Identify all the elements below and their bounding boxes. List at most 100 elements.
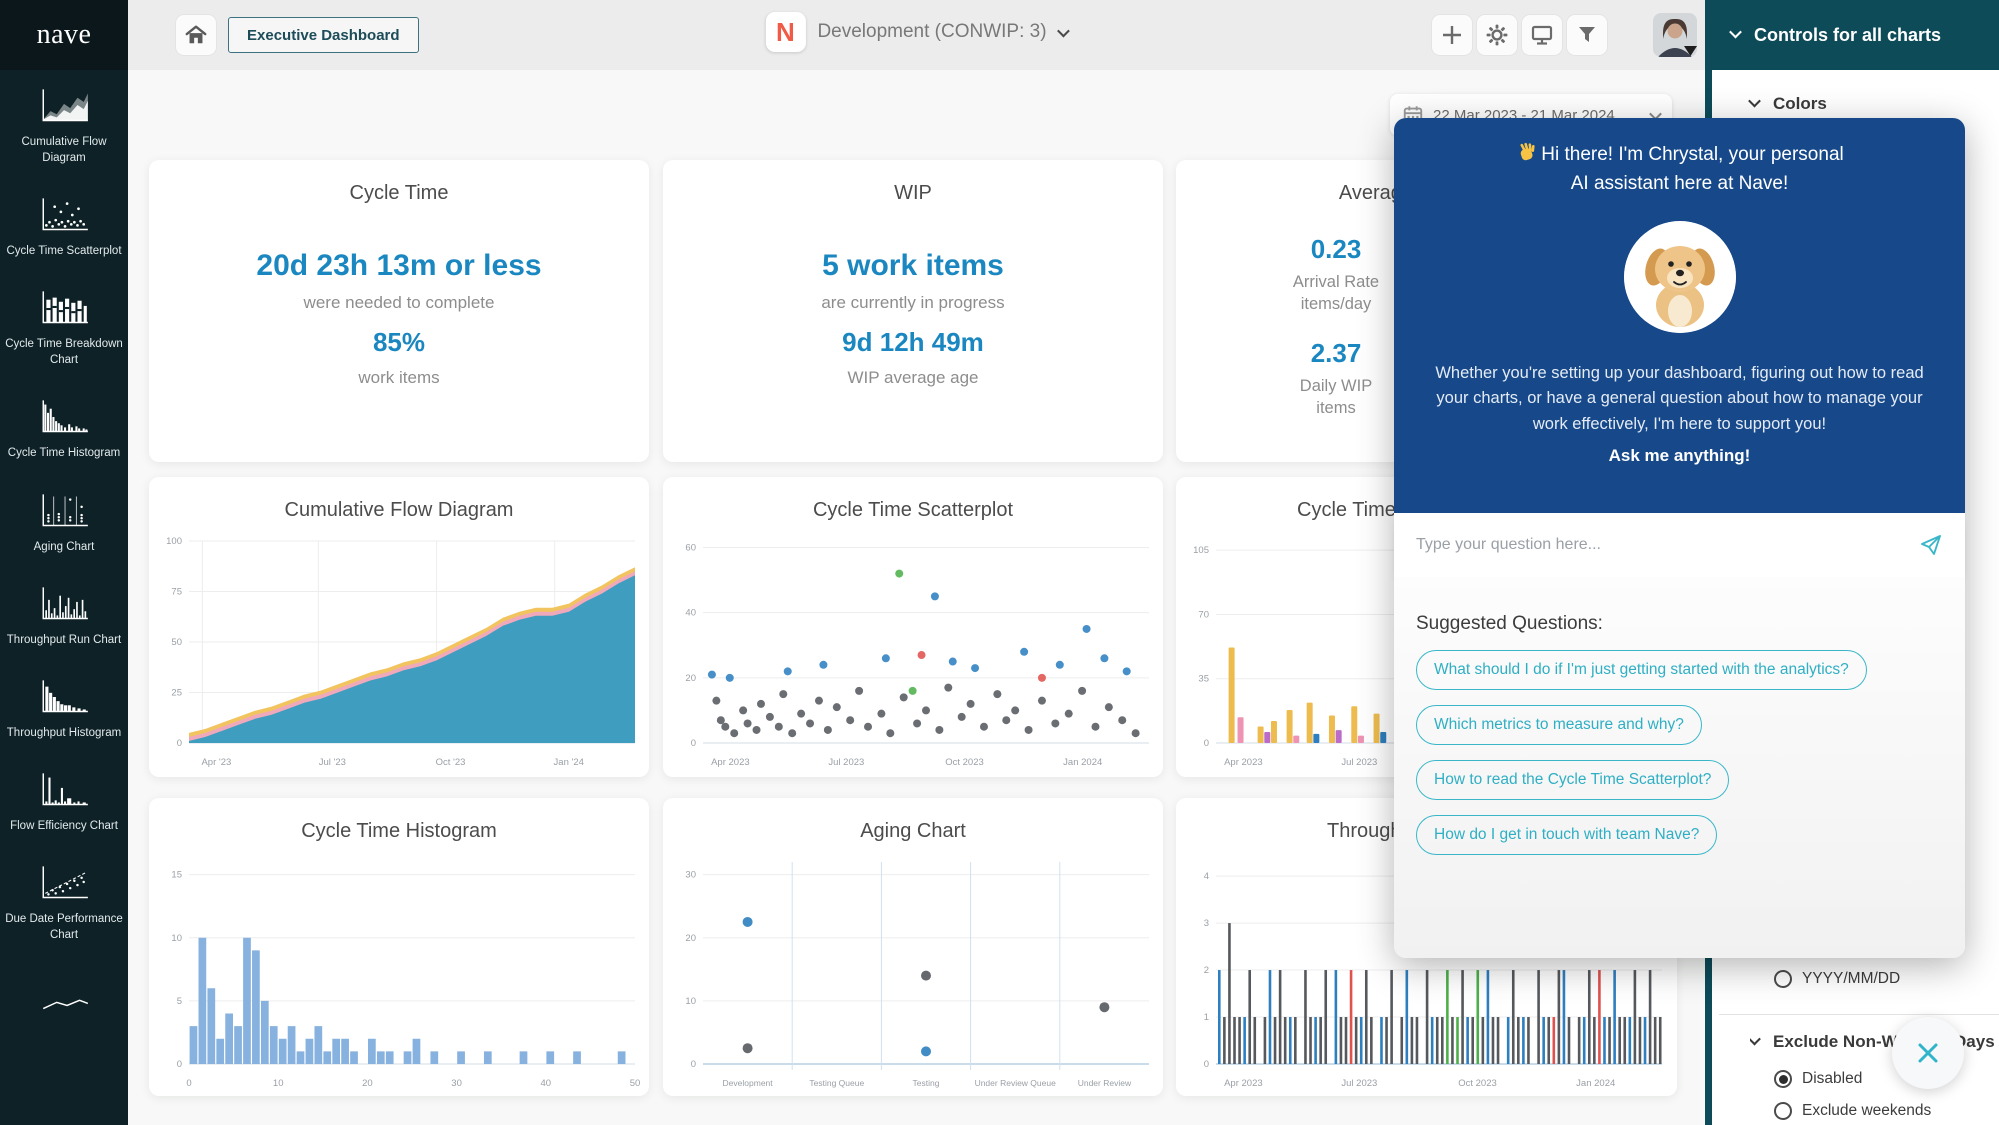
radio-icon	[1774, 970, 1792, 988]
svg-text:Jan 2024: Jan 2024	[1576, 1078, 1615, 1089]
card-title: Cycle Time	[149, 160, 649, 205]
svg-text:Testing: Testing	[913, 1078, 940, 1088]
svg-text:Jan 2024: Jan 2024	[1063, 757, 1102, 768]
radio-selected-icon	[1774, 1070, 1792, 1088]
controls-panel-title: Controls for all charts	[1754, 25, 1941, 46]
cycle-time-value: 20d 23h 13m or less	[256, 249, 541, 283]
date-format-option-yyyymmdd[interactable]: YYYY/MM/DD	[1774, 970, 1900, 988]
monitor-icon	[1530, 23, 1554, 47]
svg-text:0: 0	[1204, 738, 1209, 749]
sidebar-item-label: Aging Chart	[4, 539, 124, 555]
top-bar: Executive Dashboard N Development (CONWI…	[128, 0, 1705, 70]
svg-text:Apr 2023: Apr 2023	[711, 757, 750, 768]
svg-text:Oct '23: Oct '23	[436, 757, 466, 768]
home-icon	[183, 23, 209, 47]
sidebar-item-cumulative-flow-diagram[interactable]: Cumulative Flow Diagram	[0, 70, 128, 179]
controls-panel-header[interactable]: Controls for all charts	[1705, 0, 1999, 70]
scatterplot-icon	[36, 194, 92, 236]
assistant-description: Whether you're setting up your dashboard…	[1424, 361, 1936, 438]
svg-text:70: 70	[1198, 609, 1209, 620]
display-mode-button[interactable]	[1522, 15, 1562, 55]
sidebar-item-throughput-run-chart[interactable]: Throughput Run Chart	[0, 568, 128, 661]
chart-title: Cumulative Flow Diagram	[149, 477, 649, 522]
suggested-question-3[interactable]: How to read the Cycle Time Scatterplot?	[1416, 760, 1729, 800]
svg-text:2: 2	[1204, 965, 1209, 976]
flow-efficiency-icon	[36, 769, 92, 811]
suggested-question-2[interactable]: Which metrics to measure and why?	[1416, 705, 1702, 745]
suggested-question-4[interactable]: How do I get in touch with team Nave?	[1416, 815, 1717, 855]
svg-text:0: 0	[1204, 1059, 1209, 1070]
suggested-question-1[interactable]: What should I do if I'm just getting sta…	[1416, 650, 1867, 690]
assistant-intro-section: Hi there! I'm Chrystal, your personalAI …	[1394, 118, 1965, 513]
svg-text:40: 40	[541, 1078, 552, 1089]
home-button[interactable]	[176, 15, 216, 55]
user-avatar[interactable]	[1653, 13, 1697, 57]
daily-wip-label: Daily WIP items	[1300, 375, 1372, 420]
radio-label: YYYY/MM/DD	[1802, 970, 1900, 988]
executive-dashboard-button[interactable]: Executive Dashboard	[228, 17, 419, 53]
daily-wip-value: 2.37	[1311, 338, 1362, 369]
exclude-option-disabled[interactable]: Disabled	[1774, 1070, 1862, 1088]
sidebar-item-label: Cycle Time Histogram	[4, 445, 124, 461]
sidebar-item-label: Cumulative Flow Diagram	[4, 134, 124, 166]
svg-text:20: 20	[362, 1078, 373, 1089]
sidebar-item-cycle-time-scatterplot[interactable]: Cycle Time Scatterplot	[0, 179, 128, 272]
svg-text:20: 20	[685, 673, 696, 684]
sidebar-item-aging-chart[interactable]: Aging Chart	[0, 475, 128, 568]
executive-dashboard-label: Executive Dashboard	[247, 27, 400, 44]
svg-text:50: 50	[171, 637, 182, 648]
sidebar-item-partial[interactable]	[0, 956, 128, 1033]
aging-chart-card: Aging Chart 0102030DevelopmentTesting Qu…	[663, 798, 1163, 1096]
chevron-down-icon	[1750, 1032, 1761, 1045]
radio-label: Disabled	[1802, 1070, 1862, 1088]
svg-text:0: 0	[186, 1078, 191, 1089]
svg-text:Apr 2023: Apr 2023	[1224, 757, 1263, 768]
filter-button[interactable]	[1567, 15, 1607, 55]
wip-sub: are currently in progress	[821, 293, 1004, 313]
wip-card: WIP 5 work items are currently in progre…	[663, 160, 1163, 462]
svg-text:10: 10	[685, 996, 696, 1007]
chart-title: Aging Chart	[663, 798, 1163, 843]
sidebar-item-throughput-histogram[interactable]: Throughput Histogram	[0, 661, 128, 754]
add-chart-button[interactable]	[1432, 15, 1472, 55]
close-chat-button[interactable]	[1892, 1017, 1964, 1089]
exclude-option-weekends[interactable]: Exclude weekends	[1774, 1102, 1931, 1120]
svg-text:30: 30	[685, 870, 696, 881]
colors-section-header[interactable]: Colors	[1750, 94, 1827, 114]
svg-text:35: 35	[1198, 674, 1209, 685]
svg-text:1: 1	[1204, 1012, 1209, 1023]
svg-text:15: 15	[171, 870, 182, 881]
sidebar-item-flow-efficiency[interactable]: Flow Efficiency Chart	[0, 754, 128, 847]
sidebar-item-label: Cycle Time Breakdown Chart	[4, 336, 124, 368]
sidebar-item-label: Due Date Performance Chart	[4, 911, 124, 943]
sidebar-item-label: Flow Efficiency Chart	[4, 818, 124, 834]
funnel-icon	[1576, 24, 1598, 46]
settings-button[interactable]	[1477, 15, 1517, 55]
svg-text:Oct 2023: Oct 2023	[1458, 1078, 1497, 1089]
sidebar-item-label: Cycle Time Scatterplot	[4, 243, 124, 259]
card-title: WIP	[663, 160, 1163, 205]
sidebar-item-due-date-performance[interactable]: Due Date Performance Chart	[0, 847, 128, 956]
svg-text:100: 100	[166, 536, 182, 547]
plus-icon	[1441, 24, 1463, 46]
wip-value: 5 work items	[822, 249, 1004, 283]
chart-title: Cycle Time Histogram	[149, 798, 649, 843]
board-selector[interactable]: N Development (CONWIP: 3)	[765, 12, 1067, 52]
chat-input-row	[1394, 513, 1965, 577]
throughput-histogram-icon	[36, 676, 92, 718]
sidebar-item-cycle-time-breakdown[interactable]: Cycle Time Breakdown Chart	[0, 272, 128, 381]
assistant-greeting: Hi there! I'm Chrystal, your personalAI …	[1515, 140, 1843, 199]
send-icon[interactable]	[1919, 533, 1943, 557]
svg-text:50: 50	[630, 1078, 641, 1089]
board-selector-label: Development (CONWIP: 3)	[817, 21, 1046, 43]
breakdown-chart-icon	[36, 287, 92, 329]
sidebar-item-cycle-time-histogram[interactable]: Cycle Time Histogram	[0, 381, 128, 474]
ai-assistant-popup: Hi there! I'm Chrystal, your personalAI …	[1394, 118, 1965, 958]
chat-question-input[interactable]	[1416, 536, 1919, 554]
cycle-time-sub2: work items	[358, 368, 439, 388]
chart-nav-sidebar: nave Cumulative Flow Diagram	[0, 0, 128, 1125]
close-icon	[1914, 1039, 1942, 1067]
svg-text:0: 0	[691, 1059, 696, 1070]
suggested-questions-section: Suggested Questions: What should I do if…	[1394, 577, 1965, 958]
cycle-time-scatterplot-card: Cycle Time Scatterplot 0204060Apr 2023Ju…	[663, 477, 1163, 777]
